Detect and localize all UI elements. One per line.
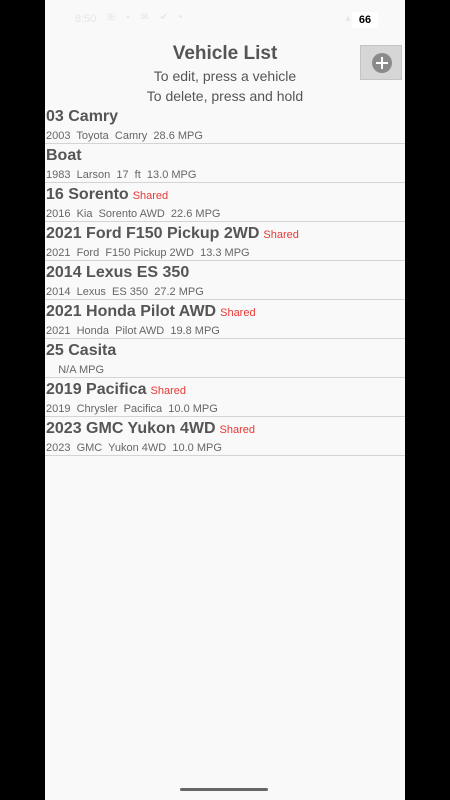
vehicle-item[interactable]: 03 Camry 2003 Toyota Camry 28.6 MPG [45, 105, 405, 144]
status-time: 8:50 [75, 13, 97, 25]
battery-icon: 66 [352, 12, 378, 28]
page-header: Vehicle List To edit, press a vehicle To… [45, 42, 405, 106]
vehicle-detail: 2019 Chrysler Pacifica 10.0 MPG [46, 403, 218, 415]
shared-badge: Shared [220, 307, 256, 319]
shared-badge: Shared [219, 424, 256, 436]
vehicle-item[interactable]: 16 Sorento Shared 2016 Kia Sorento AWD 22… [45, 183, 405, 222]
vehicle-name: 2019 Pacifica [46, 381, 147, 398]
vehicle-name: 2014 Lexus ES 350 [46, 264, 190, 281]
add-vehicle-button[interactable] [360, 45, 402, 80]
delete-instruction: To delete, press and hold [146, 88, 304, 104]
vehicle-name: 16 Sorento [46, 186, 129, 203]
vehicle-detail: 2021 Honda Pilot AWD 19.8 MPG [46, 325, 220, 337]
status-bar: 8:50 ⊞ ▪ ✉ ✔ • ▴▮ ◔ 66 [45, 0, 405, 38]
vehicle-detail: 2003 Toyota Camry 28.6 MPG [46, 130, 203, 142]
edit-instruction: To edit, press a vehicle [153, 68, 297, 84]
notification-icons: ⊞ ▪ ✉ ✔ • [107, 12, 187, 23]
vehicle-name: 03 Camry [46, 108, 119, 125]
vehicle-name: 25 Casita [46, 342, 117, 359]
vehicle-item[interactable]: 25 Casita N/A MPG [45, 339, 405, 378]
vehicle-item[interactable]: 2021 Honda Pilot AWD Shared 2021 Honda Pi… [45, 300, 405, 339]
vehicle-item[interactable]: 2014 Lexus ES 350 2014 Lexus ES 350 27.2… [45, 261, 405, 300]
vehicle-detail: 1983 Larson 17 ft 13.0 MPG [46, 169, 197, 181]
vehicle-name: 2021 Ford F150 Pickup 2WD [46, 225, 260, 242]
vehicle-item[interactable]: Boat 1983 Larson 17 ft 13.0 MPG [45, 144, 405, 183]
vehicle-detail: N/A MPG [46, 364, 105, 376]
page-title: Vehicle List [172, 43, 278, 64]
vehicle-detail: 2016 Kia Sorento AWD 22.6 MPG [46, 208, 221, 220]
vehicle-item[interactable]: 2019 Pacifica Shared 2019 Chrysler Pacifi… [45, 378, 405, 417]
vehicle-detail: 2021 Ford F150 Pickup 2WD 13.3 MPG [46, 247, 250, 259]
shared-badge: Shared [132, 190, 169, 202]
vehicle-name: Boat [46, 147, 82, 164]
shared-badge: Shared [150, 385, 187, 397]
shared-badge: Shared [263, 229, 299, 241]
vehicle-name: 2021 Honda Pilot AWD [46, 303, 217, 320]
vehicle-item[interactable]: 2021 Ford F150 Pickup 2WD Shared 2021 For… [45, 222, 405, 261]
plus-circle-icon [372, 53, 392, 73]
home-indicator[interactable] [180, 788, 268, 791]
app-screen: 8:50 ⊞ ▪ ✉ ✔ • ▴▮ ◔ 66 Vehicle List To e… [45, 0, 405, 800]
vehicle-item[interactable]: 2023 GMC Yukon 4WD Shared 2023 GMC Yukon … [45, 417, 405, 456]
vehicle-name: 2023 GMC Yukon 4WD [46, 420, 216, 437]
vehicle-list: 03 Camry 2003 Toyota Camry 28.6 MPG Boat… [45, 105, 405, 456]
vehicle-detail: 2014 Lexus ES 350 27.2 MPG [46, 286, 204, 298]
vehicle-detail: 2023 GMC Yukon 4WD 10.0 MPG [46, 442, 222, 454]
